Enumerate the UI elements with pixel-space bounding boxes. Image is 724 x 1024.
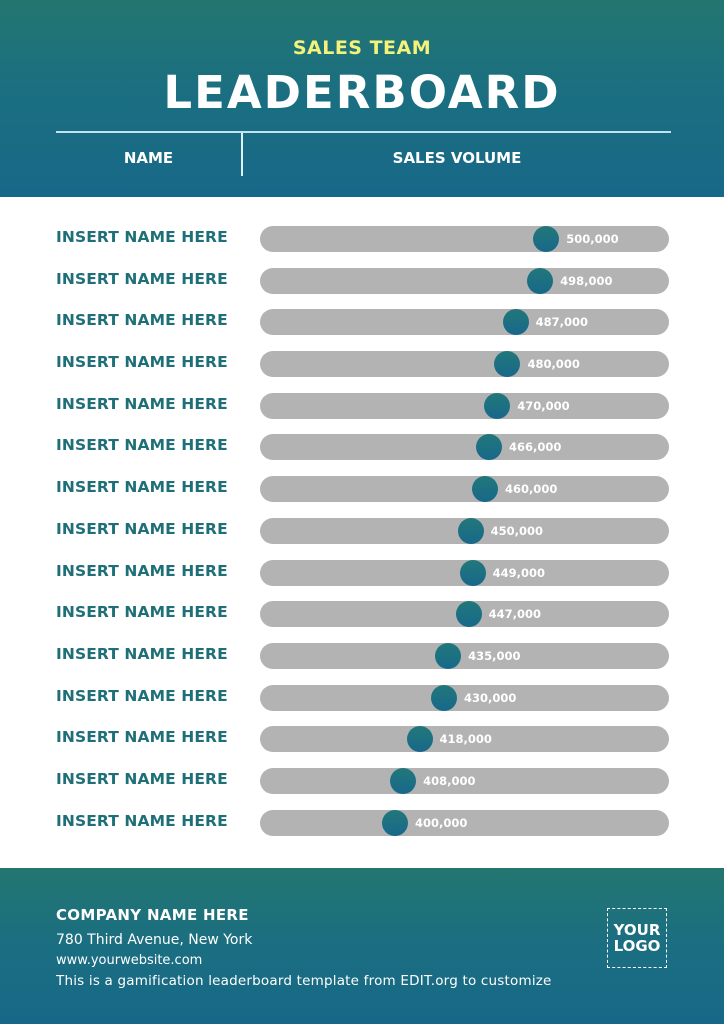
- row-name: INSERT NAME HERE: [56, 519, 228, 538]
- table-row: INSERT NAME HERE 408,000: [0, 759, 724, 801]
- bar-track: 498,000: [260, 267, 669, 294]
- value-marker: [476, 434, 503, 461]
- row-name: INSERT NAME HERE: [56, 228, 228, 246]
- value-label: 460,000: [504, 482, 558, 497]
- bar-track: 480,000: [260, 351, 669, 378]
- table-row: INSERT NAME HERE 450,000: [0, 509, 724, 551]
- bar-track: 466,000: [260, 434, 669, 461]
- footer: COMPANY NAME HERE 780 Third Avenue, New …: [0, 868, 724, 1024]
- header-divider: [56, 131, 671, 133]
- company-name: COMPANY NAME HERE: [56, 906, 249, 924]
- value-label: 466,000: [509, 440, 562, 455]
- value-label: 408,000: [423, 773, 476, 788]
- value-label: 430,000: [464, 690, 517, 705]
- header: SALES TEAM LEADERBOARD NAME SALES VOLUME: [0, 0, 724, 197]
- value-label: 500,000: [566, 232, 619, 246]
- table-row: INSERT NAME HERE 449,000: [0, 551, 724, 593]
- value-marker: [471, 476, 498, 503]
- column-header-name: NAME: [123, 149, 174, 167]
- value-label: 449,000: [492, 565, 546, 580]
- table-row: INSERT NAME HERE 400,000: [0, 801, 724, 843]
- value-marker: [381, 809, 408, 836]
- bar-track: 435,000: [260, 642, 669, 669]
- value-marker: [455, 601, 482, 628]
- row-name: INSERT NAME HERE: [56, 811, 228, 830]
- value-marker: [431, 684, 458, 711]
- logo-placeholder: YOUR LOGO: [607, 908, 667, 968]
- table-row: INSERT NAME HERE 418,000: [0, 717, 724, 759]
- row-name: INSERT NAME HERE: [56, 394, 228, 413]
- table-row: INSERT NAME HERE 466,000: [0, 425, 724, 467]
- bar-track: 418,000: [260, 726, 669, 753]
- value-marker: [502, 309, 529, 336]
- row-name: INSERT NAME HERE: [56, 561, 228, 580]
- value-marker: [435, 642, 462, 669]
- table-row: INSERT NAME HERE 500,000: [0, 217, 724, 259]
- page-title: LEADERBOARD: [163, 66, 561, 119]
- row-name: INSERT NAME HERE: [56, 603, 228, 622]
- row-name: INSERT NAME HERE: [56, 353, 228, 372]
- value-label: 400,000: [414, 815, 468, 830]
- bar-track: 470,000: [260, 392, 669, 419]
- bar-track: 450,000: [260, 517, 669, 544]
- value-marker: [484, 392, 511, 419]
- table-row: INSERT NAME HERE 470,000: [0, 384, 724, 426]
- row-name: INSERT NAME HERE: [56, 769, 228, 788]
- value-marker: [406, 726, 433, 753]
- row-name: INSERT NAME HERE: [56, 269, 228, 288]
- row-name: INSERT NAME HERE: [56, 728, 228, 747]
- value-marker: [390, 767, 417, 794]
- value-marker: [494, 351, 521, 378]
- row-name: INSERT NAME HERE: [56, 644, 228, 663]
- table-row: INSERT NAME HERE 487,000: [0, 300, 724, 342]
- row-name: INSERT NAME HERE: [56, 436, 228, 455]
- value-label: 498,000: [560, 273, 613, 288]
- bar-track: 430,000: [260, 684, 669, 711]
- table-row: INSERT NAME HERE 447,000: [0, 592, 724, 634]
- value-label: 447,000: [488, 607, 541, 622]
- company-address: 780 Third Avenue, New York: [56, 932, 253, 948]
- subtitle: SALES TEAM: [292, 37, 432, 59]
- bar-track: 500,000: [260, 226, 669, 252]
- table-row: INSERT NAME HERE 460,000: [0, 467, 724, 509]
- value-marker: [527, 267, 554, 294]
- value-marker: [457, 517, 484, 544]
- logo-line-1: YOUR: [613, 921, 661, 939]
- value-label: 418,000: [439, 732, 492, 747]
- table-row: INSERT NAME HERE 480,000: [0, 342, 724, 384]
- company-website[interactable]: www.yourwebsite.com: [56, 953, 202, 968]
- row-name: INSERT NAME HERE: [56, 311, 228, 330]
- value-label: 450,000: [490, 523, 544, 538]
- row-name: INSERT NAME HERE: [56, 478, 228, 497]
- table-row: INSERT NAME HERE 435,000: [0, 634, 724, 676]
- bar-track: 447,000: [260, 601, 669, 628]
- column-header-sales: SALES VOLUME: [392, 149, 522, 167]
- value-marker: [459, 559, 486, 586]
- table-row: INSERT NAME HERE 498,000: [0, 259, 724, 301]
- value-label: 480,000: [527, 357, 580, 372]
- bar-track: 408,000: [260, 767, 669, 794]
- value-label: 470,000: [517, 398, 570, 413]
- value-marker: [533, 226, 560, 252]
- leaderboard-rows: INSERT NAME HERE 500,000 INSERT NAME HERE 4…: [0, 217, 724, 842]
- logo-line-2: LOGO: [613, 937, 661, 955]
- bar-track: 400,000: [260, 809, 669, 836]
- table-row: INSERT NAME HERE 430,000: [0, 676, 724, 718]
- bar-track: 460,000: [260, 476, 669, 503]
- row-name: INSERT NAME HERE: [56, 686, 228, 705]
- bar-track: 487,000: [260, 309, 669, 336]
- value-label: 487,000: [535, 315, 589, 330]
- bar-track: 449,000: [260, 559, 669, 586]
- value-label: 435,000: [468, 648, 521, 663]
- template-note: This is a gamification leaderboard templ…: [56, 973, 552, 989]
